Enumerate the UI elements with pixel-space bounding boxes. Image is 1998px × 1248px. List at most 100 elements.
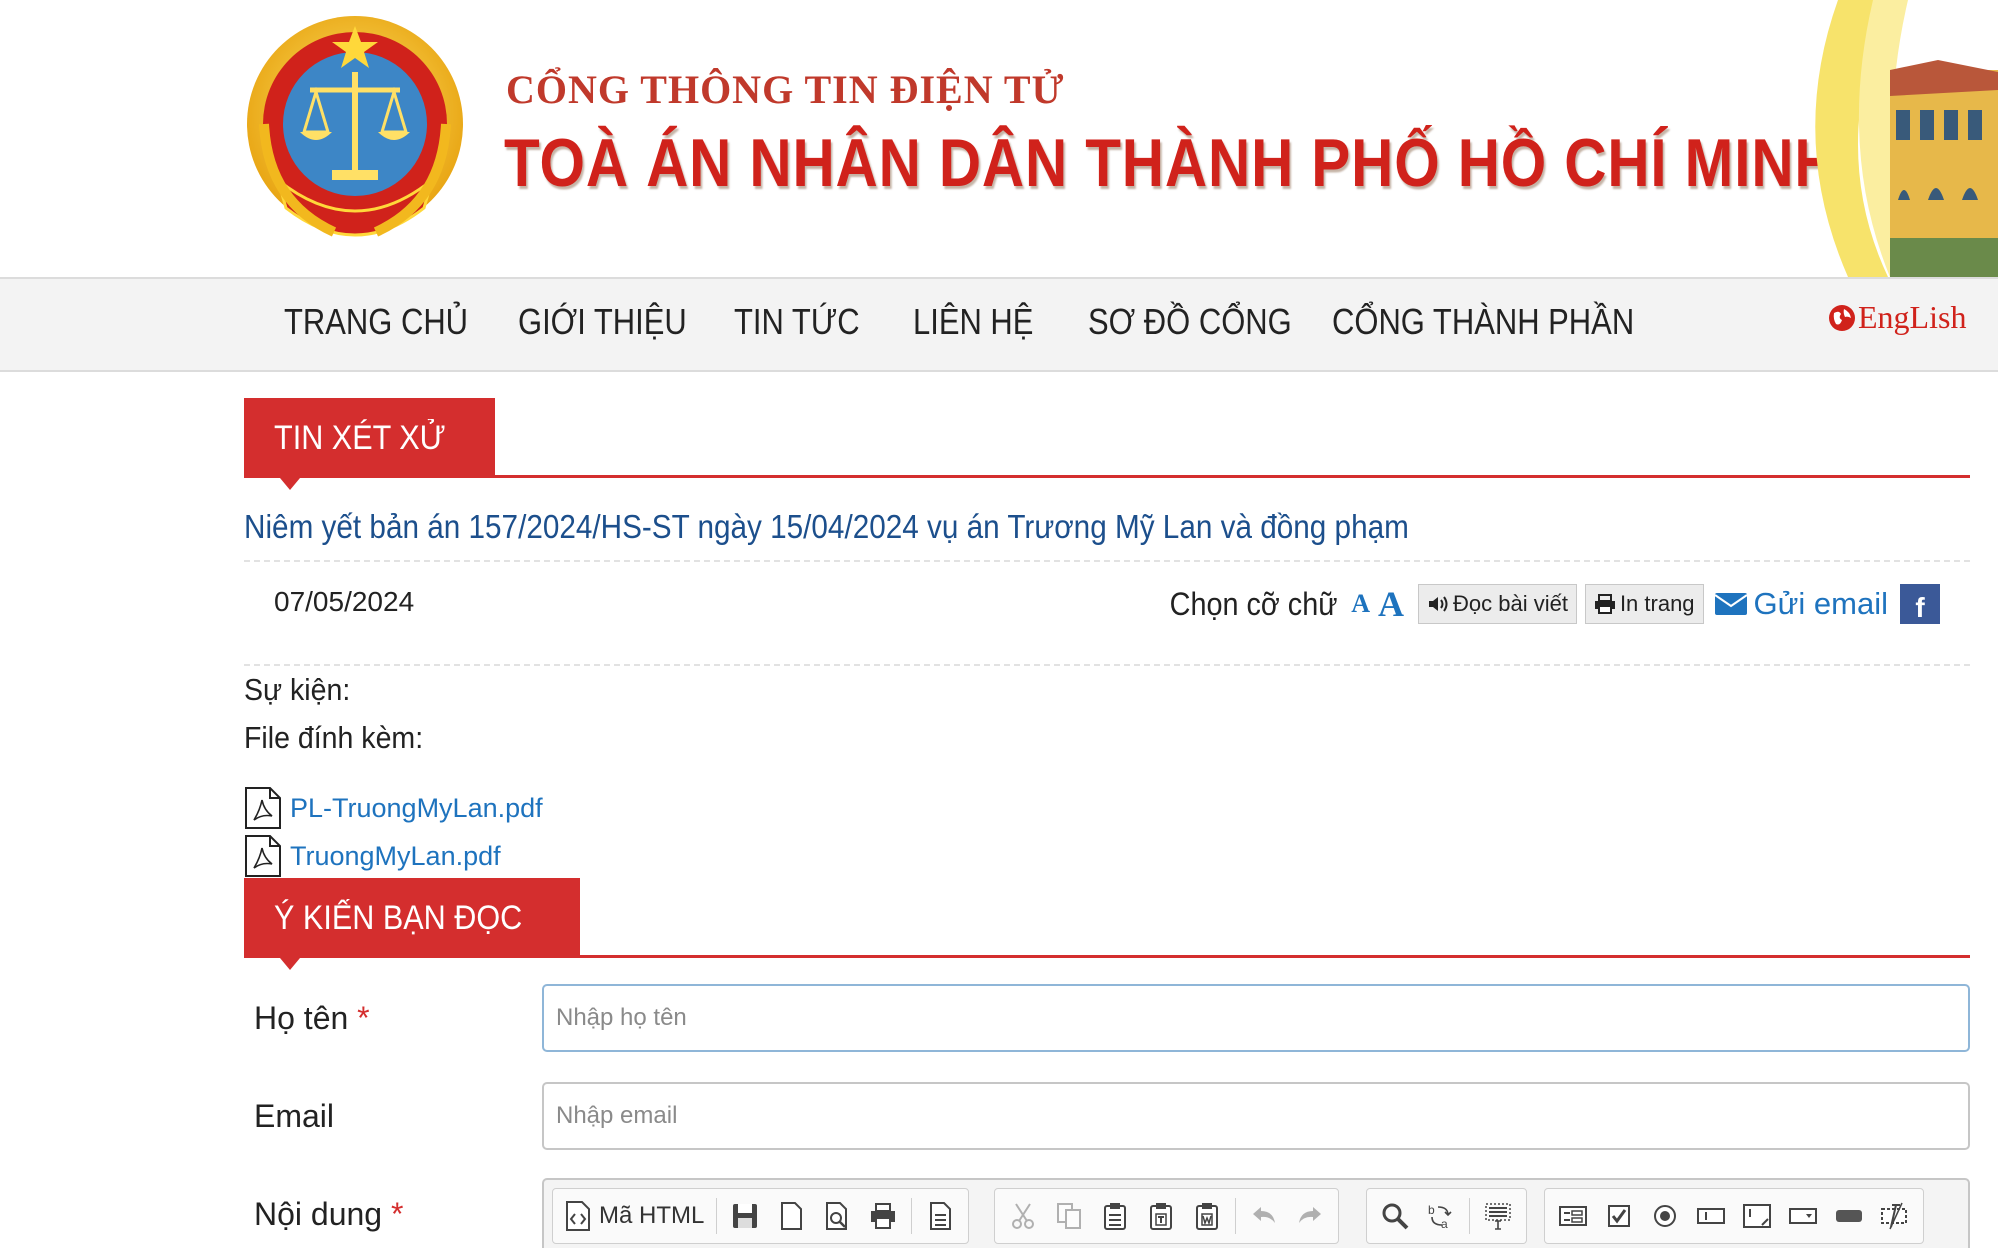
font-increase-button[interactable]: A (1378, 583, 1404, 625)
print-button[interactable] (861, 1194, 905, 1238)
court-title: TOÀ ÁN NHÂN DÂN THÀNH PHỐ HỒ CHÍ MINH (504, 125, 1838, 201)
content-label: Nội dung * (254, 1196, 404, 1232)
source-html-button[interactable]: Mã HTML (559, 1194, 710, 1238)
toolbar-group-document: Mã HTML (552, 1188, 970, 1244)
undo-button[interactable] (1242, 1194, 1286, 1238)
nav-item-about[interactable]: GIỚI THIỆU (518, 301, 687, 343)
attachment-item[interactable]: TruongMyLan.pdf (244, 834, 501, 878)
globe-icon (1829, 304, 1855, 331)
section-heading-news: TIN XÉT XỬ (244, 398, 1970, 490)
new-page-icon (781, 1202, 803, 1230)
radio-button[interactable] (1643, 1194, 1687, 1238)
facebook-share-button[interactable]: f (1900, 584, 1940, 624)
cut-button[interactable] (1001, 1194, 1045, 1238)
name-input[interactable] (542, 984, 1970, 1052)
toolbar-group-clipboard (994, 1188, 1339, 1244)
checkbox-button[interactable] (1597, 1194, 1641, 1238)
print-page-label: In trang (1619, 591, 1695, 616)
replace-button[interactable]: ba (1419, 1194, 1463, 1238)
attachment-item[interactable]: PL-TruongMyLan.pdf (244, 786, 543, 830)
new-page-button[interactable] (769, 1194, 813, 1238)
replace-icon: ba (1428, 1203, 1452, 1231)
copy-button[interactable] (1047, 1194, 1091, 1238)
court-emblem-logo[interactable] (244, 12, 466, 250)
article-title: Niêm yết bản án 157/2024/HS-ST ngày 15/0… (244, 508, 1970, 562)
textarea-icon (1743, 1204, 1771, 1228)
source-html-label: Mã HTML (599, 1202, 705, 1229)
nav-item-member-portals[interactable]: CỔNG THÀNH PHẦN (1332, 301, 1634, 343)
site-header: CỔNG THÔNG TIN ĐIỆN TỬ TOÀ ÁN NHÂN DÂN T… (0, 0, 1998, 277)
toolbar-separator (1469, 1198, 1470, 1234)
toolbar-separator (1235, 1198, 1236, 1234)
language-switch[interactable]: EngLish (1828, 299, 1966, 336)
language-label: EngLish (1858, 299, 1967, 335)
text-field-button[interactable] (1689, 1194, 1733, 1238)
required-mark: * (357, 1000, 370, 1036)
rich-text-editor-toolbar: Mã HTML b a (542, 1178, 1970, 1248)
checkbox-icon (1608, 1205, 1630, 1227)
comments-tab[interactable]: Ý KIẾN BẠN ĐỌC (244, 878, 580, 970)
select-all-icon (1485, 1203, 1511, 1230)
redo-icon (1299, 1207, 1321, 1223)
nav-item-home[interactable]: TRANG CHỦ (284, 301, 468, 343)
paste-word-button[interactable] (1185, 1194, 1229, 1238)
read-article-label: Đọc bài viết (1452, 591, 1568, 616)
paste-text-icon (1150, 1203, 1172, 1230)
form-icon (1559, 1206, 1587, 1226)
radio-icon (1654, 1205, 1676, 1227)
paste-button[interactable] (1093, 1194, 1137, 1238)
undo-icon (1253, 1207, 1275, 1223)
select-field-button[interactable] (1781, 1194, 1825, 1238)
font-size-label: Chọn cỡ chữ (1169, 585, 1338, 622)
toolbar-separator (911, 1198, 913, 1234)
section-tab[interactable]: TIN XÉT XỬ (244, 398, 495, 490)
text-field-icon (1697, 1208, 1725, 1224)
article-tools: Chọn cỡ chữ A A Đọc bài viết In trang Gử… (1151, 582, 1940, 626)
send-email-link[interactable]: Gửi email (1713, 586, 1888, 622)
select-field-icon (1789, 1208, 1817, 1224)
printer-icon (871, 1203, 896, 1229)
font-decrease-button[interactable]: A (1351, 589, 1370, 619)
toolbar-separator (716, 1198, 718, 1234)
nav-item-news[interactable]: TIN TỨC (734, 301, 860, 343)
copy-icon (1057, 1203, 1081, 1229)
preview-icon (826, 1202, 848, 1230)
hidden-field-button[interactable] (1873, 1194, 1917, 1238)
templates-button[interactable] (918, 1194, 962, 1238)
portal-subtitle: CỔNG THÔNG TIN ĐIỆN TỬ (506, 67, 1065, 112)
section-heading-comments: Ý KIẾN BẠN ĐỌC (244, 878, 1970, 970)
source-code-icon (566, 1201, 590, 1231)
textarea-button[interactable] (1735, 1194, 1779, 1238)
toolbar-group-find: ba (1366, 1188, 1527, 1244)
attachments-label: File đính kèm: (244, 720, 424, 755)
paste-word-icon (1196, 1203, 1218, 1230)
required-mark: * (390, 1196, 404, 1232)
form-button[interactable] (1551, 1194, 1595, 1238)
event-label: Sự kiện: (244, 672, 351, 707)
save-icon (733, 1204, 758, 1228)
print-page-button[interactable]: In trang (1584, 584, 1704, 624)
nav-item-contact[interactable]: LIÊN HỆ (913, 301, 1033, 343)
main-navigation: TRANG CHỦ GIỚI THIỆU TIN TỨC LIÊN HỆ SƠ … (0, 277, 1998, 372)
pdf-file-icon (245, 835, 281, 877)
envelope-icon (1713, 593, 1748, 615)
templates-icon (930, 1202, 952, 1230)
section-label: TIN XÉT XỬ (274, 419, 446, 457)
preview-button[interactable] (815, 1194, 859, 1238)
select-all-button[interactable] (1476, 1194, 1520, 1238)
pdf-file-icon (245, 787, 281, 829)
search-icon (1382, 1203, 1409, 1230)
redo-button[interactable] (1288, 1194, 1332, 1238)
facebook-icon: f (1915, 592, 1925, 623)
button-element-button[interactable] (1827, 1194, 1871, 1238)
attachment-name: PL-TruongMyLan.pdf (290, 792, 543, 823)
email-input[interactable] (542, 1082, 1970, 1150)
nav-item-sitemap[interactable]: SƠ ĐỒ CỔNG (1088, 301, 1292, 343)
attachment-name: TruongMyLan.pdf (290, 840, 501, 871)
find-button[interactable] (1373, 1194, 1417, 1238)
save-button[interactable] (723, 1194, 767, 1238)
svg-text:b: b (1428, 1203, 1435, 1217)
read-article-button[interactable]: Đọc bài viết (1417, 584, 1577, 624)
paste-text-button[interactable] (1139, 1194, 1183, 1238)
speaker-icon (1428, 596, 1448, 612)
